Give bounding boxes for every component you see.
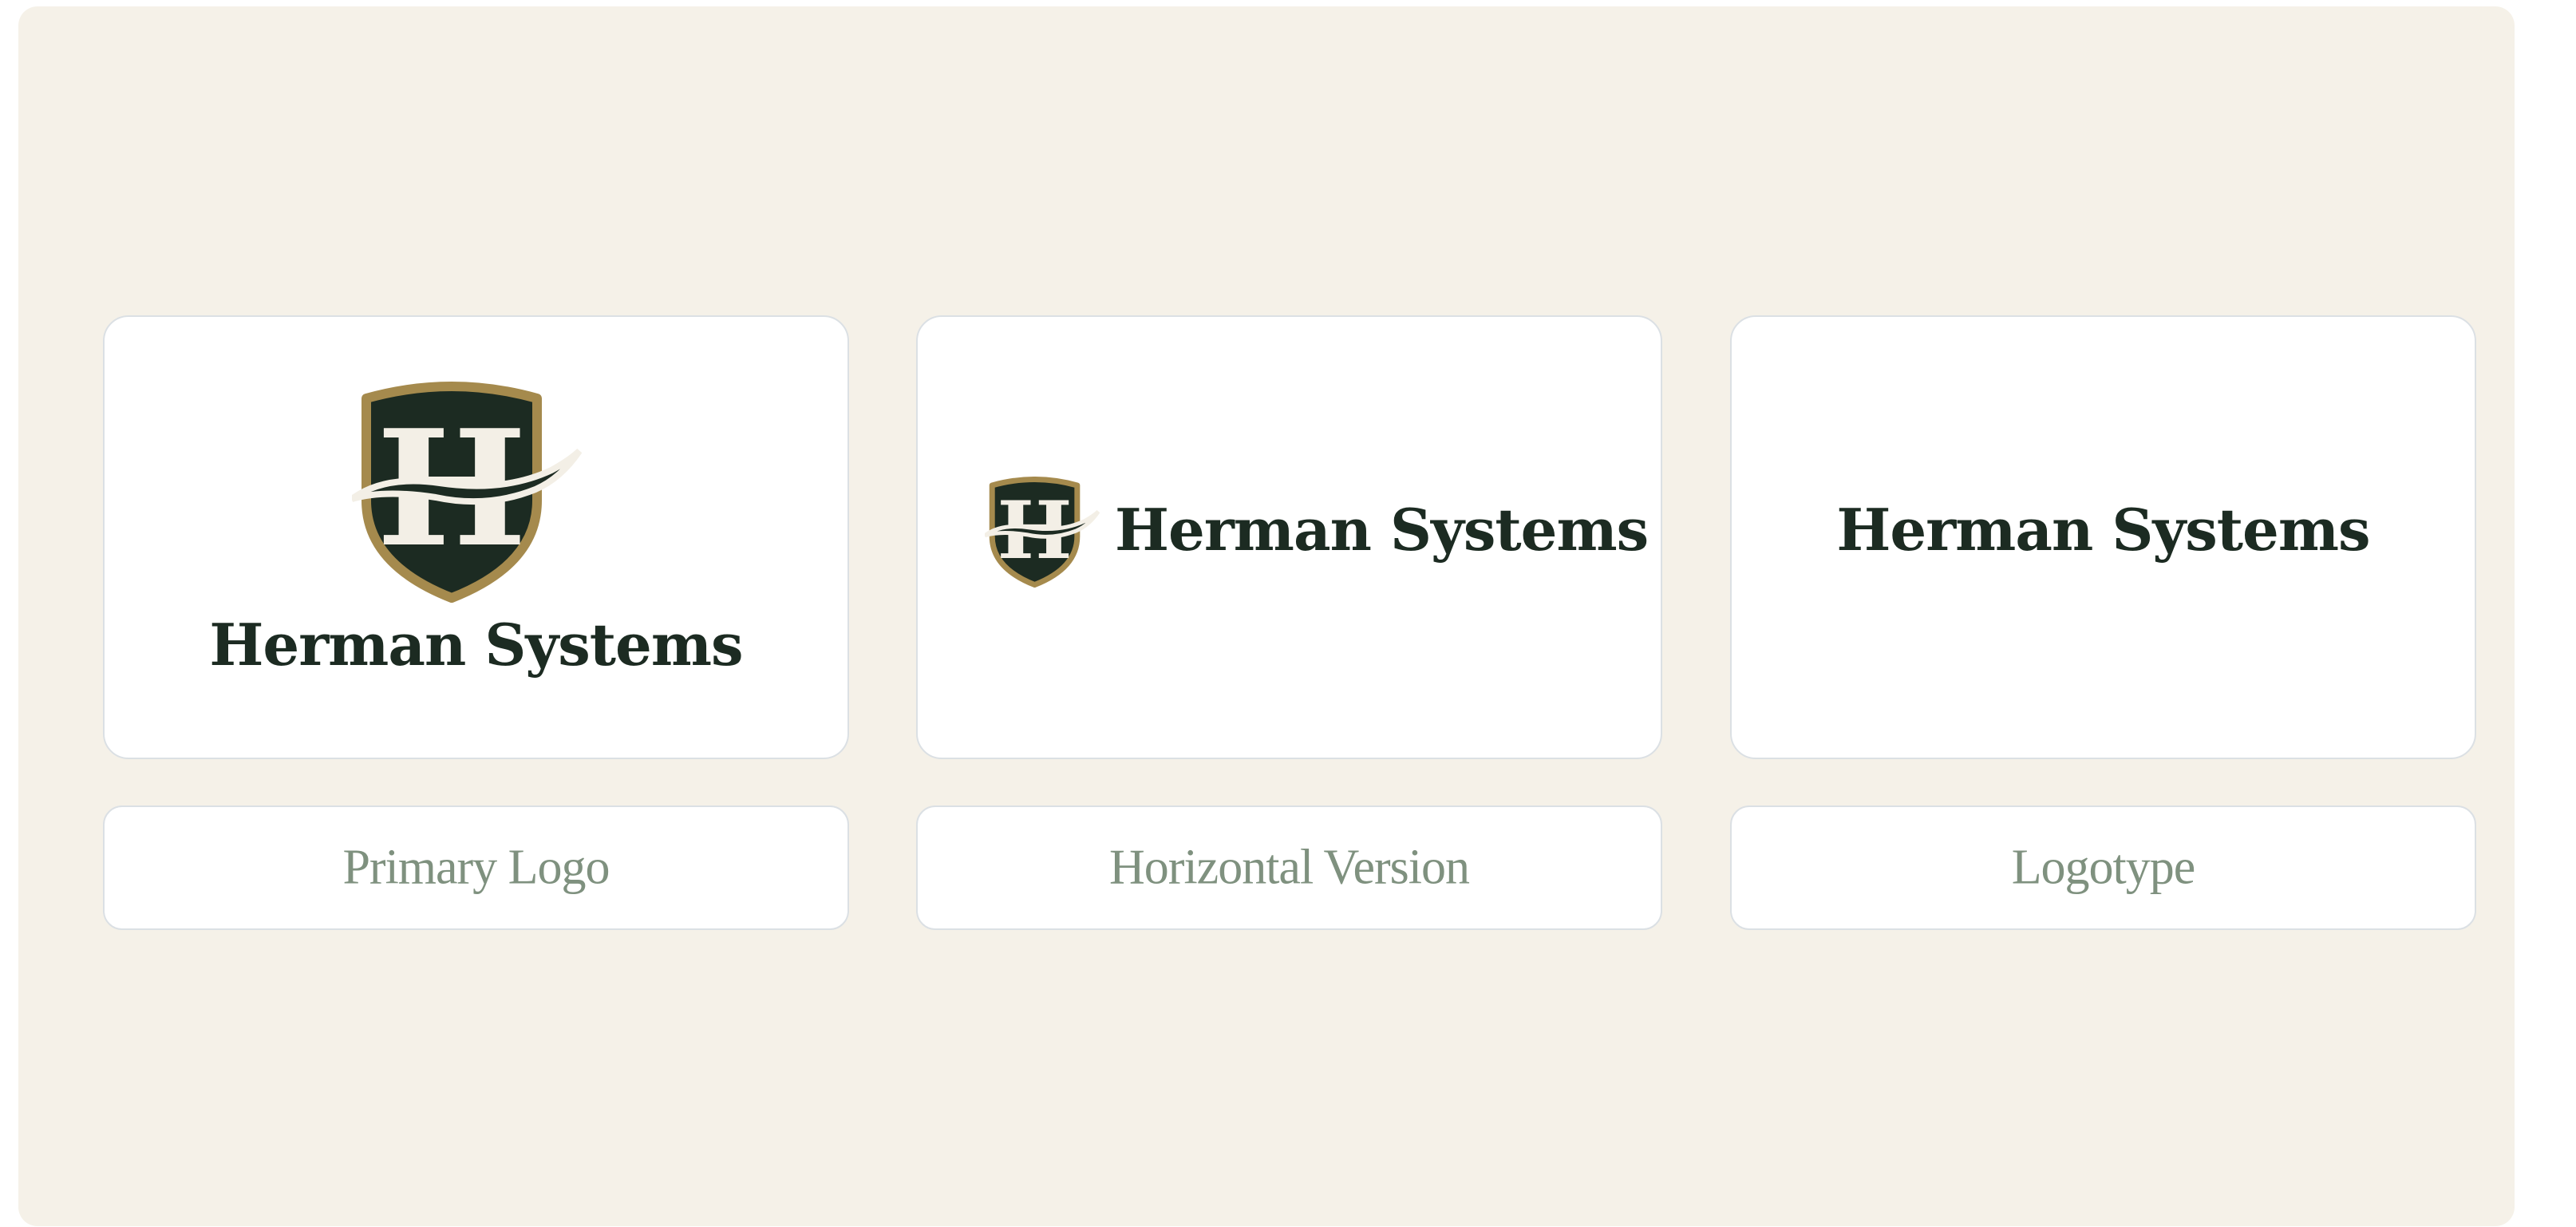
primary-logo-label-card: Primary Logo [103,805,849,930]
logotype-label-card: Logotype [1730,805,2476,930]
shield-monogram-icon: H [352,382,583,603]
primary-logo-card: H Herman Systems [103,315,849,759]
logo-presentation-board: H Herman Systems H Herman Systems Herman… [18,6,2515,1226]
logotype-card: Herman Systems [1730,315,2476,759]
logotype-label: Logotype [2011,840,2196,895]
horizontal-logo-card: H Herman Systems [916,315,1662,759]
logotype-wordmark: Herman Systems [1836,496,2370,564]
primary-wordmark: Herman Systems [209,611,743,679]
horizontal-version-label-card: Horizontal Version [916,805,1662,930]
shield-monogram-icon: H [985,477,1100,588]
horizontal-wordmark: Herman Systems [1115,496,1649,564]
horizontal-version-label: Horizontal Version [1109,840,1470,895]
primary-logo-label: Primary Logo [342,840,610,895]
